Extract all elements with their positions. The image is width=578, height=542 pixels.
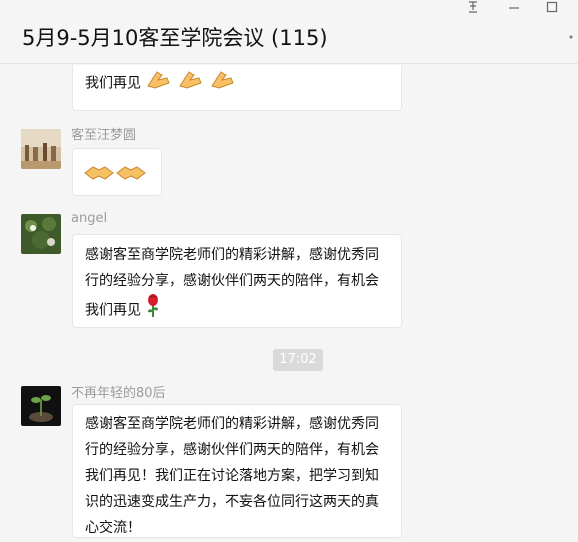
minimize-icon[interactable]: [508, 0, 520, 19]
message-text: 感谢客至商学院老师们的精彩讲解，感谢优秀同行的经验分享，感谢伙伴们两天的陪伴，有…: [85, 247, 379, 319]
pin-icon[interactable]: [467, 0, 479, 19]
sender-name: 客至汪梦圆: [71, 128, 137, 143]
sender-name: 不再年轻的80后: [71, 386, 166, 401]
message-bubble[interactable]: 感谢客至商学院老师们的精彩讲解，感谢优秀同行的经验分享，感谢伙伴们两天的陪伴，有…: [72, 234, 402, 328]
avatar[interactable]: [21, 214, 61, 254]
handshake-icon: [83, 159, 147, 194]
message-bubble[interactable]: 我们再见: [72, 65, 402, 111]
message-text: 感谢客至商学院老师们的精彩讲解，感谢优秀同行的经验分享，感谢伙伴们两天的陪伴，有…: [85, 416, 379, 536]
maximize-icon[interactable]: [546, 0, 558, 19]
rose-icon: [145, 294, 161, 327]
avatar[interactable]: [21, 386, 61, 426]
message-text: 我们再见: [85, 75, 141, 92]
message-bubble[interactable]: 感谢客至商学院老师们的精彩讲解，感谢优秀同行的经验分享，感谢伙伴们两天的陪伴，有…: [72, 404, 402, 538]
chat-title: 5月9-5月10客至学院会议 (115): [22, 26, 328, 50]
chat-messages[interactable]: 我们再见 客至汪梦圆 angel 感谢客至商学院老师们的精彩讲解，感谢优秀同行的…: [0, 65, 578, 542]
more-icon[interactable]: [566, 30, 576, 46]
avatar[interactable]: [21, 129, 61, 169]
chat-title-bar: 5月9-5月10客至学院会议 (115): [0, 0, 578, 64]
sender-name: angel: [71, 211, 108, 226]
timestamp: 17:02: [273, 349, 323, 371]
clap-hands-icon: [145, 66, 241, 101]
message-bubble[interactable]: [72, 148, 162, 196]
